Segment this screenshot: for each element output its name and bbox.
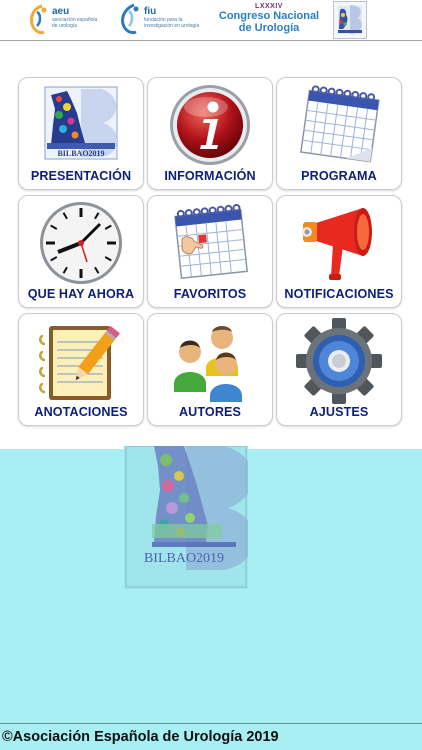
menu-item-notificaciones[interactable]: NOTIFICACIONES [276, 195, 402, 308]
calendar-favorite-icon [148, 200, 272, 286]
footer: ©Asociación Española de Urología 2019 [0, 723, 422, 750]
menu-item-label: FAVORITOS [173, 287, 247, 301]
fiu-subtitle: fundación para la investigación en urolo… [144, 17, 200, 29]
menu-item-label: AUTORES [178, 405, 242, 419]
calendar-icon [277, 82, 401, 168]
fiu-logo: fiu fundación para la investigación en u… [118, 2, 199, 38]
menu-item-que-hay-ahora[interactable]: QUE HAY AHORA [18, 195, 144, 308]
aeu-subtitle: asociación española de urología [52, 17, 98, 29]
menu-item-autores[interactable]: AUTORES [147, 313, 273, 426]
menu-item-favoritos[interactable]: FAVORITOS [147, 195, 273, 308]
megaphone-icon [277, 200, 401, 286]
fiu-name: fiu [144, 6, 157, 17]
presentation-poster-caption: BILBAO2019 [57, 149, 104, 158]
people-icon [148, 318, 272, 404]
clock-icon [19, 200, 143, 286]
congress-title: LXXXIV Congreso Nacional de Urología [210, 3, 328, 34]
aeu-logo-icon [30, 4, 47, 35]
info-icon [148, 82, 272, 168]
aeu-logo: aeu asociación española de urología [28, 2, 98, 38]
congress-edition: LXXXIV [255, 3, 283, 10]
menu-item-label: PROGRAMA [301, 169, 377, 183]
congress-poster-image: BILBAO2019 [124, 445, 255, 589]
menu-item-label: PRESENTACIÓN [30, 169, 132, 183]
gear-icon [277, 318, 401, 404]
aeu-name: aeu [52, 6, 70, 17]
congress-title-line2: de Urología [238, 22, 300, 34]
notepad-pencil-icon [19, 318, 143, 404]
menu-item-programa[interactable]: PROGRAMA [276, 77, 402, 190]
menu-item-label: QUE HAY AHORA [27, 287, 135, 301]
presentation-poster-icon: BILBAO2019 [19, 82, 143, 168]
menu-item-informacion[interactable]: INFORMACIÓN [147, 77, 273, 190]
menu-item-label: NOTIFICACIONES [284, 287, 394, 301]
poster-caption: BILBAO2019 [144, 551, 224, 566]
copyright-text: ©Asociación Española de Urología 2019 [2, 729, 279, 745]
menu-item-label: AJUSTES [309, 405, 369, 419]
menu-item-label: INFORMACIÓN [164, 169, 256, 183]
congress-title-line1: Congreso Nacional [218, 10, 320, 22]
menu-item-ajustes[interactable]: AJUSTES [276, 313, 402, 426]
app-header: aeu asociación española de urología fiu … [0, 0, 422, 41]
menu-item-anotaciones[interactable]: ANOTACIONES [18, 313, 144, 426]
menu-item-presentacion[interactable]: BILBAO2019 PRESENTACIÓN [18, 77, 144, 190]
fiu-logo-icon [121, 3, 139, 35]
congress-badge-icon [333, 1, 367, 39]
menu-item-label: ANOTACIONES [34, 405, 128, 419]
